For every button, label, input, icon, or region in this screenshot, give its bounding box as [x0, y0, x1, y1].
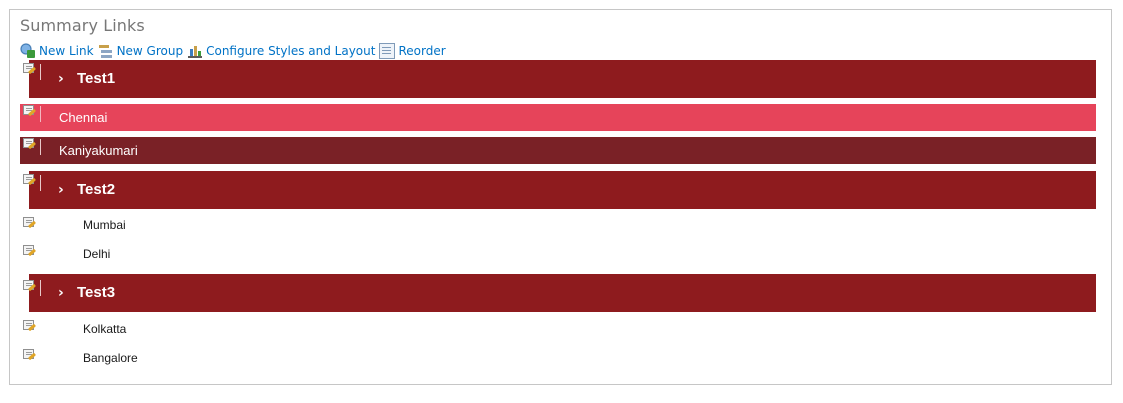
configure-styles-label[interactable]: Configure Styles and Layout	[206, 44, 375, 58]
link-label-mumbai[interactable]: Mumbai	[83, 218, 126, 232]
new-link-label[interactable]: New Link	[39, 44, 94, 58]
link-item-delhi[interactable]: Delhi	[20, 242, 1096, 266]
link-item-kolkatta[interactable]: Kolkatta	[20, 317, 1096, 341]
webpart-title: Summary Links	[20, 16, 145, 35]
edit-group-test1-icon[interactable]	[23, 63, 37, 75]
reorder-button[interactable]: Reorder	[379, 43, 446, 59]
link-label-delhi[interactable]: Delhi	[83, 247, 110, 261]
group-label-test2[interactable]: Test2	[77, 181, 115, 198]
link-item-mumbai[interactable]: Mumbai	[20, 213, 1096, 237]
group-header-test1[interactable]: › Test1	[29, 60, 1096, 98]
group-label-test3[interactable]: Test3	[77, 284, 115, 301]
link-item-bangalore[interactable]: Bangalore	[20, 346, 1096, 370]
chevron-right-icon[interactable]: ›	[58, 182, 64, 198]
link-label-kaniyakumari[interactable]: Kaniyakumari	[59, 143, 138, 158]
configure-styles-button[interactable]: Configure Styles and Layout	[187, 43, 375, 59]
edit-group-test3-icon[interactable]	[23, 280, 37, 292]
new-link-icon	[20, 43, 36, 59]
link-label-chennai[interactable]: Chennai	[59, 110, 107, 125]
group-header-test2[interactable]: › Test2	[29, 171, 1096, 209]
edit-link-mumbai-icon[interactable]	[23, 217, 37, 229]
link-item-chennai[interactable]: Chennai	[20, 104, 1096, 131]
new-group-button[interactable]: New Group	[97, 43, 184, 59]
edit-link-kolkatta-icon[interactable]	[23, 320, 37, 332]
new-group-label[interactable]: New Group	[117, 44, 184, 58]
summary-links-toolbar: New Link New Group Configure Styles and …	[20, 43, 450, 59]
reorder-icon	[379, 43, 396, 59]
link-label-bangalore[interactable]: Bangalore	[83, 351, 138, 365]
divider	[40, 175, 41, 191]
divider	[40, 280, 41, 296]
chevron-right-icon[interactable]: ›	[58, 285, 64, 301]
edit-group-test2-icon[interactable]	[23, 174, 37, 186]
divider	[40, 139, 41, 155]
divider	[40, 106, 41, 122]
link-item-kaniyakumari[interactable]: Kaniyakumari	[20, 137, 1096, 164]
reorder-label[interactable]: Reorder	[398, 44, 445, 58]
link-label-kolkatta[interactable]: Kolkatta	[83, 322, 126, 336]
divider	[40, 64, 41, 80]
chevron-right-icon[interactable]: ›	[58, 71, 64, 87]
edit-link-chennai-icon[interactable]	[23, 105, 37, 117]
edit-link-kaniyakumari-icon[interactable]	[23, 138, 37, 150]
configure-styles-icon	[187, 43, 204, 59]
new-link-button[interactable]: New Link	[20, 43, 94, 59]
new-group-icon	[97, 43, 114, 59]
group-header-test3[interactable]: › Test3	[29, 274, 1096, 312]
edit-link-bangalore-icon[interactable]	[23, 349, 37, 361]
edit-link-delhi-icon[interactable]	[23, 245, 37, 257]
group-label-test1[interactable]: Test1	[77, 70, 115, 87]
